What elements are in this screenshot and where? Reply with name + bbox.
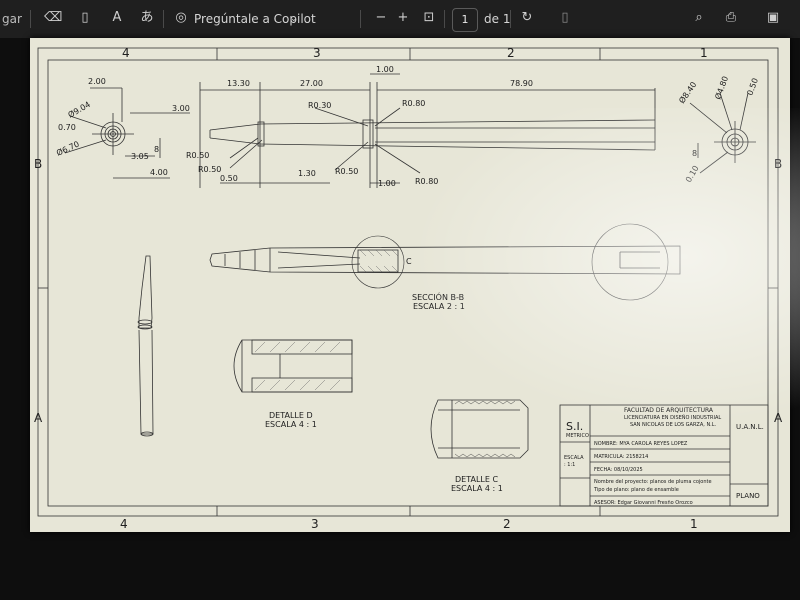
author-name: NOMBRE: MYA CAROLA REYES LOPEZ — [594, 441, 688, 447]
end-view-right — [689, 92, 756, 174]
pdf-page: 4 3 2 1 4 3 2 1 B A B A 2.00 3.00 Ø9.04 … — [30, 38, 800, 532]
dimension-text: 0.50 — [220, 174, 238, 183]
toolbar-separator — [163, 10, 164, 28]
dimension-text: 1.00 — [376, 65, 394, 74]
profile-view — [199, 73, 656, 188]
zone-label-bottom: 2 — [503, 517, 511, 531]
dimension-text: 3.05 — [131, 152, 149, 161]
rotate-icon[interactable]: ↻ — [518, 9, 536, 27]
dimension-text: 8 — [692, 149, 697, 158]
zone-label-bottom: 1 — [690, 517, 698, 531]
toolbar-left-fragment[interactable]: gar — [2, 10, 22, 28]
dimension-text: 4.00 — [150, 168, 168, 177]
zone-label-top: 2 — [507, 46, 515, 60]
dimension-text: 0.50 — [745, 77, 760, 97]
read-aloud-icon[interactable]: A — [108, 9, 126, 27]
toolbar-separator — [444, 10, 445, 28]
toolbar-more-icon[interactable]: ▯ — [556, 9, 574, 27]
detail-callout-label: C — [406, 257, 412, 266]
dimension-text: 0.10 — [684, 164, 701, 184]
detail-d-scale: ESCALA 4 : 1 — [265, 420, 317, 429]
section-hatch — [359, 249, 399, 273]
units-metric: METRICO — [566, 433, 589, 439]
detail-c-title: DETALLE C — [455, 475, 498, 484]
dimension-text: Ø8.40 — [676, 80, 698, 105]
university-abbrev: U.A.N.L. — [736, 423, 764, 431]
dimension-text: R0.50 — [186, 151, 209, 160]
toolbar-separator — [510, 10, 511, 28]
dimension-text: Ø9.04 — [66, 99, 92, 120]
isometric-view — [137, 255, 154, 437]
reading-view-icon[interactable]: ▯ — [76, 9, 94, 27]
scale-value: : 1:1 — [564, 462, 575, 468]
search-icon[interactable]: ⌕ — [690, 9, 708, 27]
dimension-text: 2.00 — [88, 77, 106, 86]
dimension-text: 3.00 — [172, 104, 190, 113]
dimension-text: 1.30 — [298, 169, 316, 178]
scale-label: ESCALA — [564, 455, 584, 461]
translate-icon[interactable]: あ — [138, 9, 156, 27]
section-view — [209, 223, 681, 301]
dimension-text: Ø4.80 — [712, 75, 730, 101]
zoom-in-icon[interactable]: + — [394, 9, 412, 27]
dimension-text: R0.30 — [308, 101, 331, 110]
technical-drawing: 4 3 2 1 4 3 2 1 B A B A 2.00 3.00 Ø9.04 … — [34, 46, 783, 531]
dimension-text: 27.00 — [300, 79, 323, 88]
section-title: SECCIÓN B-B — [412, 291, 464, 302]
zone-label-bottom: 3 — [311, 517, 319, 531]
viewer-toolbar: gar ⌫ ▯ A あ ◎ Pregúntale a Copilot ⌄ − +… — [0, 0, 800, 38]
zoom-out-icon[interactable]: − — [372, 9, 390, 27]
print-icon[interactable]: ⎙ — [722, 9, 740, 27]
units-system: S.I. — [566, 420, 583, 433]
dimension-text: Ø6.70 — [55, 139, 81, 158]
dimension-text: R0.80 — [415, 177, 438, 186]
page-number-input[interactable]: 1 — [452, 8, 478, 32]
project-name: Nombre del proyecto: planos de pluma coj… — [594, 479, 712, 485]
fit-page-icon[interactable]: ⊡ — [420, 9, 438, 27]
location: SAN NICOLAS DE LOS GARZA, N.L. — [630, 422, 717, 428]
save-icon[interactable]: ▣ — [764, 9, 782, 27]
dimension-text: R0.50 — [198, 165, 221, 174]
detail-c-thread — [454, 400, 516, 458]
student-id: MATRICULA: 2158214 — [594, 454, 648, 460]
dimension-text: 8 — [154, 145, 159, 154]
toolbar-separator — [360, 10, 361, 28]
eraser-icon[interactable]: ⌫ — [44, 9, 62, 27]
date: FECHA: 08/10/2025 — [594, 467, 643, 473]
zone-label-top: 3 — [313, 46, 321, 60]
detail-c-scale: ESCALA 4 : 1 — [451, 484, 503, 493]
row-label: B — [774, 157, 782, 171]
zone-label-bottom: 4 — [120, 517, 128, 531]
drawing-kind: PLANO — [736, 492, 760, 500]
dimension-text: 78.90 — [510, 79, 533, 88]
inner-border — [47, 59, 769, 507]
row-label: A — [774, 411, 783, 425]
advisor: ASESOR: Edgar Giovanni Fresño Orozco — [594, 500, 693, 506]
row-label: B — [34, 157, 42, 171]
section-scale: ESCALA 2 : 1 — [413, 302, 465, 311]
dimension-text: 0.70 — [58, 123, 76, 132]
page-count: de 1 — [484, 12, 511, 26]
detail-d-hatch — [254, 341, 341, 391]
drawing-type: Tipo de plano: plano de ensamble — [593, 487, 679, 493]
row-label: A — [34, 411, 43, 425]
dimension-text: R0.50 — [335, 167, 358, 176]
zone-label-top: 4 — [122, 46, 130, 60]
dimension-text: R0.80 — [402, 99, 425, 108]
toolbar-separator — [30, 10, 31, 28]
program-name: LICENCIATURA EN DISEÑO INDUSTRIAL — [624, 414, 721, 421]
faculty-name: FACULTAD DE ARQUITECTURA — [624, 407, 714, 414]
zone-label-top: 1 — [700, 46, 708, 60]
detail-d-title: DETALLE D — [269, 411, 313, 420]
dimension-text: 1.00 — [378, 179, 396, 188]
dimension-text: 13.30 — [227, 79, 250, 88]
chevron-down-icon: ⌄ — [290, 14, 298, 24]
copilot-icon: ◎ — [175, 10, 187, 25]
detail-c — [430, 399, 529, 459]
